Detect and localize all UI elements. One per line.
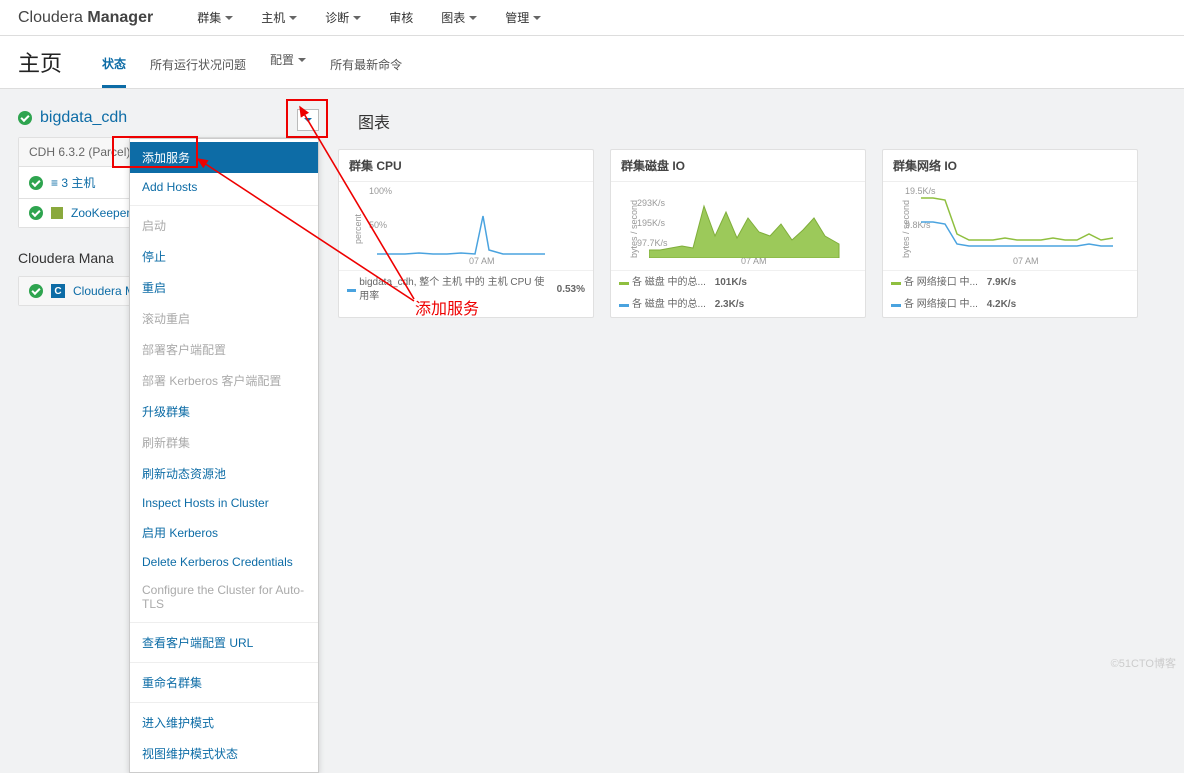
cloudera-icon: C bbox=[51, 284, 65, 298]
chart-title: 群集磁盘 IO bbox=[611, 150, 865, 182]
caret-icon bbox=[225, 16, 233, 20]
zookeeper-icon bbox=[51, 207, 63, 219]
caret-icon bbox=[289, 16, 297, 20]
chart-cpu[interactable]: 群集 CPU percent 100% 50% 07 AM bigdata_cd… bbox=[338, 149, 594, 318]
cluster-header: bigdata_cdh bbox=[18, 109, 310, 127]
status-ok-icon bbox=[29, 206, 43, 220]
cluster-actions-menu: 添加服务 Add Hosts 启动 停止 重启 滚动重启 部署客户端配置 部署 … bbox=[129, 138, 319, 773]
menu-upgrade[interactable]: 升级群集 bbox=[130, 396, 318, 427]
nav-audit[interactable]: 审核 bbox=[375, 9, 427, 26]
tab-config[interactable]: 配置 bbox=[270, 51, 306, 88]
menu-rolling-restart[interactable]: 滚动重启 bbox=[130, 303, 318, 334]
menu-deploy-client[interactable]: 部署客户端配置 bbox=[130, 334, 318, 365]
caret-icon bbox=[353, 16, 361, 20]
caret-icon bbox=[304, 118, 312, 122]
menu-client-config-url[interactable]: 查看客户端配置 URL bbox=[130, 627, 318, 658]
y-axis-label: bytes / second bbox=[629, 200, 639, 258]
charts-row: 群集 CPU percent 100% 50% 07 AM bigdata_cd… bbox=[338, 149, 1166, 318]
nav-admin[interactable]: 管理 bbox=[491, 9, 555, 26]
topnav-menu: 群集 主机 诊断 审核 图表 管理 bbox=[183, 9, 555, 26]
cluster-actions-dropdown[interactable] bbox=[297, 109, 319, 131]
menu-enter-maintenance[interactable]: 进入维护模式 bbox=[130, 707, 318, 738]
watermark: ©51CTO博客 bbox=[1111, 655, 1176, 671]
status-ok-icon bbox=[18, 111, 32, 125]
menu-inspect-hosts[interactable]: Inspect Hosts in Cluster bbox=[130, 489, 318, 517]
sub-header: 主页 状态 所有运行状况问题 配置 所有最新命令 bbox=[0, 36, 1184, 89]
tabs: 状态 所有运行状况问题 配置 所有最新命令 bbox=[102, 51, 402, 88]
brand-bold: Manager bbox=[87, 9, 153, 26]
top-navbar: Cloudera Manager 群集 主机 诊断 审核 图表 管理 bbox=[0, 0, 1184, 36]
chart-disk-io[interactable]: 群集磁盘 IO bytes / second 293K/s 195K/s 97.… bbox=[610, 149, 866, 318]
charts-header: 图表 bbox=[358, 109, 1166, 133]
menu-auto-tls[interactable]: Configure the Cluster for Auto-TLS bbox=[130, 576, 318, 618]
chart-net-io[interactable]: 群集网络 IO bytes / second 19.5K/s 9.8K/s 07… bbox=[882, 149, 1138, 318]
chart-cpu-svg bbox=[377, 188, 577, 258]
status-ok-icon bbox=[29, 176, 43, 190]
page-title: 主页 bbox=[18, 46, 62, 88]
nav-clusters[interactable]: 群集 bbox=[183, 9, 247, 26]
menu-refresh-pool[interactable]: 刷新动态资源池 bbox=[130, 458, 318, 489]
menu-start[interactable]: 启动 bbox=[130, 210, 318, 241]
menu-rename-cluster[interactable]: 重命名群集 bbox=[130, 667, 318, 698]
menu-restart[interactable]: 重启 bbox=[130, 272, 318, 303]
chart-title: 群集 CPU bbox=[339, 150, 593, 182]
menu-deploy-krb-client[interactable]: 部署 Kerberos 客户端配置 bbox=[130, 365, 318, 396]
brand-light: Cloudera bbox=[18, 9, 83, 26]
brand[interactable]: Cloudera Manager bbox=[18, 9, 153, 27]
chart-disk-svg bbox=[649, 188, 849, 258]
nav-diagnostics[interactable]: 诊断 bbox=[311, 9, 375, 26]
menu-delete-kerberos[interactable]: Delete Kerberos Credentials bbox=[130, 548, 318, 576]
tab-status[interactable]: 状态 bbox=[102, 51, 126, 88]
tab-health[interactable]: 所有运行状况问题 bbox=[150, 51, 246, 88]
caret-icon bbox=[469, 16, 477, 20]
caret-icon bbox=[298, 58, 306, 72]
chart-title: 群集网络 IO bbox=[883, 150, 1137, 182]
menu-view-maintenance[interactable]: 视图维护模式状态 bbox=[130, 738, 318, 769]
nav-charts[interactable]: 图表 bbox=[427, 9, 491, 26]
menu-refresh[interactable]: 刷新群集 bbox=[130, 427, 318, 458]
tab-commands[interactable]: 所有最新命令 bbox=[330, 51, 402, 88]
y-axis-label: percent bbox=[353, 214, 363, 244]
caret-icon bbox=[533, 16, 541, 20]
nav-hosts[interactable]: 主机 bbox=[247, 9, 311, 26]
menu-add-hosts[interactable]: Add Hosts bbox=[130, 173, 318, 201]
menu-enable-kerberos[interactable]: 启用 Kerberos bbox=[130, 517, 318, 548]
status-ok-icon bbox=[29, 284, 43, 298]
cluster-name-link[interactable]: bigdata_cdh bbox=[40, 109, 127, 127]
menu-add-service[interactable]: 添加服务 bbox=[130, 142, 318, 173]
menu-stop[interactable]: 停止 bbox=[130, 241, 318, 272]
chart-net-svg bbox=[921, 188, 1121, 258]
annotation-label: 添加服务 bbox=[415, 295, 479, 319]
